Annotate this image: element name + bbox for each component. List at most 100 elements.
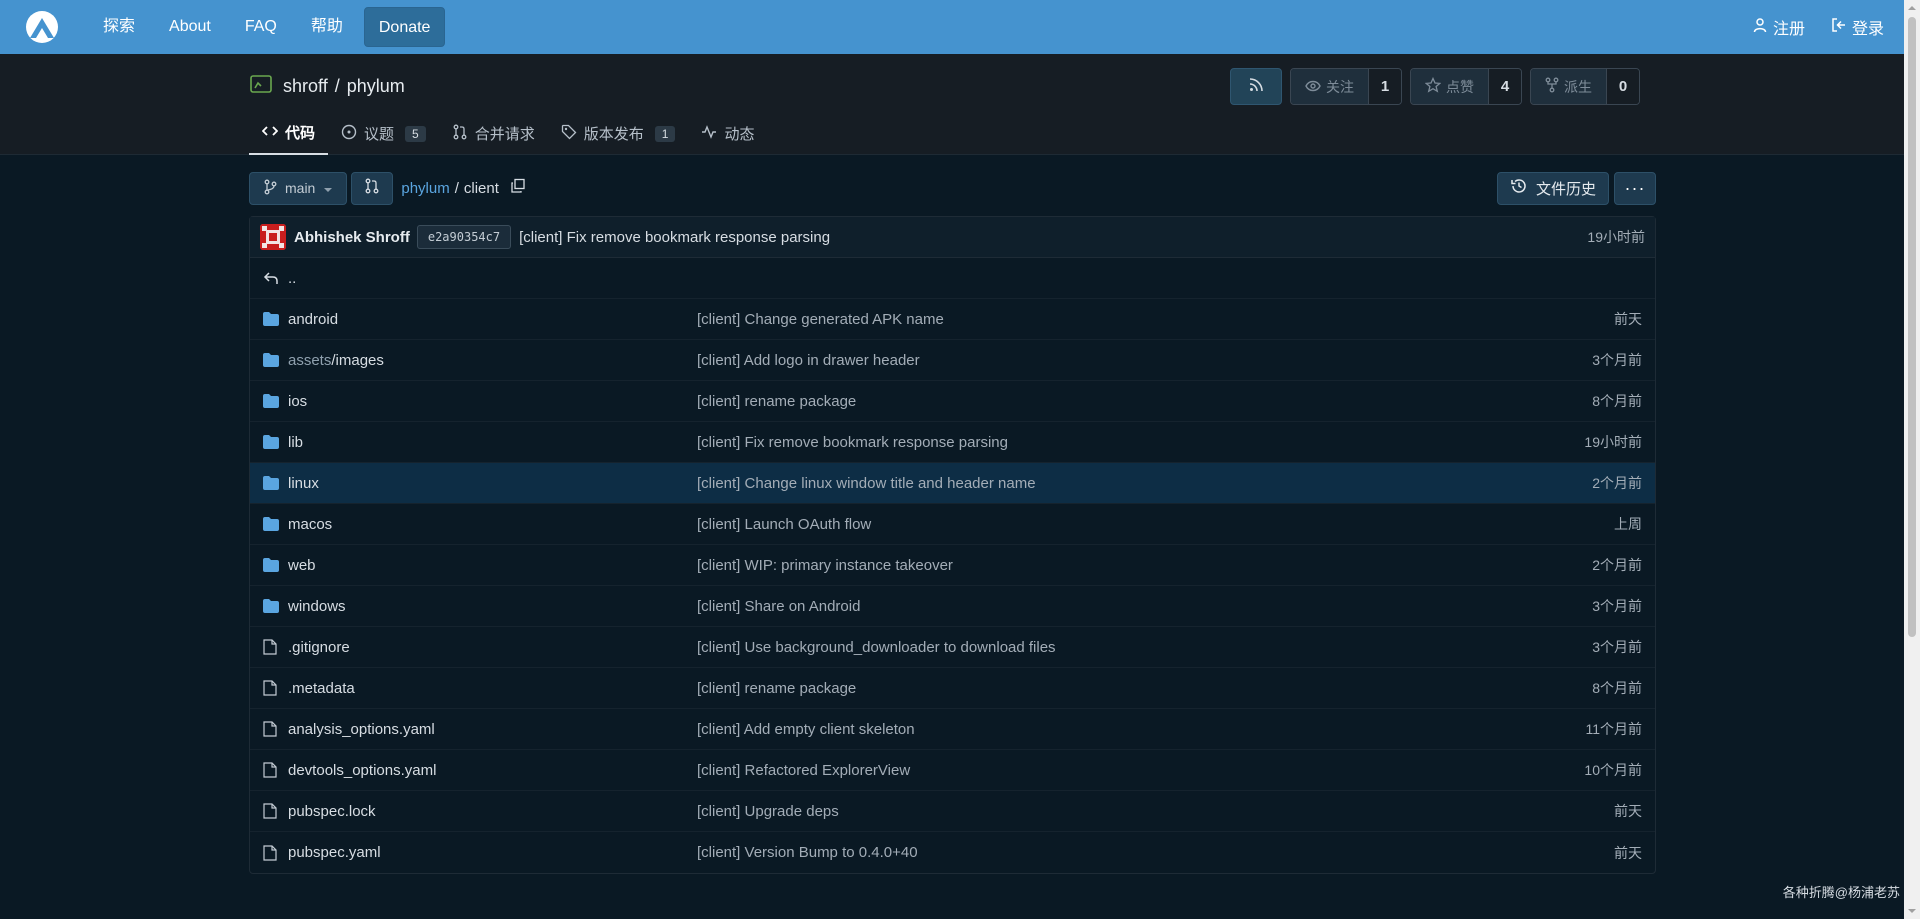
- copy-icon[interactable]: [510, 178, 526, 198]
- file-name-text[interactable]: lib: [288, 434, 303, 451]
- table-row[interactable]: pubspec.lock [client] Upgrade deps 前天: [250, 791, 1655, 832]
- file-commit-message-link[interactable]: [client] Add logo in drawer header: [697, 352, 920, 369]
- rss-button[interactable]: [1230, 68, 1282, 105]
- avatar[interactable]: [260, 224, 286, 250]
- fork-count[interactable]: 0: [1607, 69, 1639, 104]
- file-commit-message-link[interactable]: [client] Launch OAuth flow: [697, 516, 871, 533]
- login-label: 登录: [1851, 21, 1884, 38]
- file-name-link[interactable]: assets/images: [288, 352, 697, 369]
- file-commit-message-link[interactable]: [client] Change generated APK name: [697, 311, 944, 328]
- table-row[interactable]: pubspec.yaml [client] Version Bump to 0.4…: [250, 832, 1655, 873]
- file-commit-message-link[interactable]: [client] rename package: [697, 680, 856, 697]
- table-row[interactable]: web [client] WIP: primary instance takeov…: [250, 545, 1655, 586]
- table-row[interactable]: .metadata [client] rename package 8个月前: [250, 668, 1655, 709]
- star-button[interactable]: 点赞 4: [1410, 68, 1522, 105]
- tab-pull-requests[interactable]: 合并请求: [439, 112, 548, 155]
- file-history-button[interactable]: 文件历史: [1496, 171, 1609, 205]
- table-row[interactable]: ios [client] rename package 8个月前: [250, 381, 1655, 422]
- file-name-link[interactable]: web: [288, 557, 697, 574]
- top-navbar: 探索 About FAQ 帮助 Donate 注册 登录: [0, 0, 1904, 54]
- folder-icon: [263, 599, 281, 613]
- file-name-text[interactable]: macos: [288, 516, 332, 533]
- table-row[interactable]: windows [client] Share on Android 3个月前: [250, 586, 1655, 627]
- nav-faq-link[interactable]: FAQ: [228, 7, 294, 47]
- file-commit-message-link[interactable]: [client] rename package: [697, 393, 856, 410]
- table-row[interactable]: linux [client] Change linux window title …: [250, 463, 1655, 504]
- scrollbar-thumb[interactable]: [1908, 17, 1916, 637]
- file-name-text[interactable]: web: [288, 557, 316, 574]
- compare-button[interactable]: [351, 171, 394, 205]
- nav-about-link[interactable]: About: [152, 7, 228, 47]
- nav-explore-link[interactable]: 探索: [86, 7, 152, 47]
- login-link[interactable]: 登录: [1831, 15, 1884, 39]
- table-row[interactable]: analysis_options.yaml [client] Add empty …: [250, 709, 1655, 750]
- table-row[interactable]: android [client] Change generated APK nam…: [250, 299, 1655, 340]
- file-commit-message-link[interactable]: [client] Share on Android: [697, 598, 860, 615]
- file-commit-message-link[interactable]: [client] Add empty client skeleton: [697, 721, 915, 738]
- file-commit-message-link[interactable]: [client] Upgrade deps: [697, 803, 839, 820]
- table-row[interactable]: .gitignore [client] Use background_downlo…: [250, 627, 1655, 668]
- file-name-link[interactable]: lib: [288, 434, 697, 451]
- file-commit-message-link[interactable]: [client] Use background_downloader to do…: [697, 639, 1056, 656]
- file-name-link[interactable]: pubspec.yaml: [288, 844, 697, 861]
- file-name-text[interactable]: linux: [288, 475, 319, 492]
- file-name-link[interactable]: linux: [288, 475, 697, 492]
- file-name-link[interactable]: windows: [288, 598, 697, 615]
- breadcrumb-root-link[interactable]: phylum: [401, 180, 449, 197]
- file-name-text[interactable]: pubspec.yaml: [288, 844, 381, 861]
- scroll-up-arrow-icon[interactable]: [1904, 0, 1920, 16]
- file-name-text[interactable]: pubspec.lock: [288, 803, 376, 820]
- file-name-link[interactable]: devtools_options.yaml: [288, 762, 697, 779]
- table-row[interactable]: assets/images [client] Add logo in drawer…: [250, 340, 1655, 381]
- file-name-link[interactable]: analysis_options.yaml: [288, 721, 697, 738]
- file-name-text[interactable]: android: [288, 311, 338, 328]
- file-name-link[interactable]: .metadata: [288, 680, 697, 697]
- file-name-text[interactable]: .gitignore: [288, 639, 350, 656]
- more-options-button[interactable]: ···: [1614, 171, 1656, 205]
- repo-owner-link[interactable]: shroff: [283, 76, 328, 96]
- commit-sha-button[interactable]: e2a90354c7: [416, 225, 512, 249]
- file-name-link[interactable]: ios: [288, 393, 697, 410]
- file-name-link[interactable]: android: [288, 311, 697, 328]
- file-commit-time: 3个月前: [1592, 639, 1642, 655]
- vertical-scrollbar[interactable]: [1904, 0, 1920, 919]
- tab-activity[interactable]: 动态: [688, 112, 767, 155]
- file-name-text[interactable]: windows: [288, 598, 346, 615]
- tab-code[interactable]: 代码: [249, 112, 329, 155]
- donate-button[interactable]: Donate: [363, 7, 446, 47]
- file-commit-message-link[interactable]: [client] WIP: primary instance takeover: [697, 557, 953, 574]
- parent-directory-row[interactable]: ..: [250, 258, 1655, 299]
- file-name-text[interactable]: /images: [331, 352, 384, 369]
- table-row[interactable]: lib [client] Fix remove bookmark response…: [250, 422, 1655, 463]
- tab-releases[interactable]: 版本发布 1: [548, 112, 689, 155]
- branch-selector[interactable]: main: [249, 171, 348, 205]
- fork-button[interactable]: 派生 0: [1530, 68, 1640, 105]
- file-name-prefix[interactable]: assets: [288, 352, 331, 369]
- tab-issues[interactable]: 议题 5: [328, 112, 439, 155]
- parent-directory-link[interactable]: ..: [288, 270, 697, 287]
- file-commit-message-link[interactable]: [client] Fix remove bookmark response pa…: [697, 434, 1008, 451]
- file-name-text[interactable]: .metadata: [288, 680, 355, 697]
- file-commit-message-link[interactable]: [client] Version Bump to 0.4.0+40: [697, 844, 918, 861]
- file-name-link[interactable]: macos: [288, 516, 697, 533]
- repo-name-link[interactable]: phylum: [347, 76, 405, 96]
- gitea-logo-icon[interactable]: [24, 9, 60, 45]
- table-row[interactable]: macos [client] Launch OAuth flow 上周: [250, 504, 1655, 545]
- file-name-link[interactable]: pubspec.lock: [288, 803, 697, 820]
- scroll-down-arrow-icon[interactable]: [1904, 903, 1920, 919]
- file-name-text[interactable]: devtools_options.yaml: [288, 762, 436, 779]
- register-link[interactable]: 注册: [1752, 15, 1805, 39]
- file-name-text[interactable]: analysis_options.yaml: [288, 721, 435, 738]
- commit-message-link[interactable]: [client] Fix remove bookmark response pa…: [519, 229, 830, 246]
- star-count[interactable]: 4: [1489, 69, 1521, 104]
- file-name-text[interactable]: ios: [288, 393, 307, 410]
- watch-count[interactable]: 1: [1369, 69, 1401, 104]
- table-row[interactable]: devtools_options.yaml [client] Refactored…: [250, 750, 1655, 791]
- file-commit-message-link[interactable]: [client] Change linux window title and h…: [697, 475, 1036, 492]
- fork-icon: [1545, 77, 1559, 96]
- file-name-link[interactable]: .gitignore: [288, 639, 697, 656]
- watch-button[interactable]: 关注 1: [1290, 68, 1402, 105]
- nav-help-link[interactable]: 帮助: [294, 7, 360, 47]
- file-commit-message-link[interactable]: [client] Refactored ExplorerView: [697, 762, 910, 779]
- commit-author-link[interactable]: Abhishek Shroff: [294, 229, 410, 246]
